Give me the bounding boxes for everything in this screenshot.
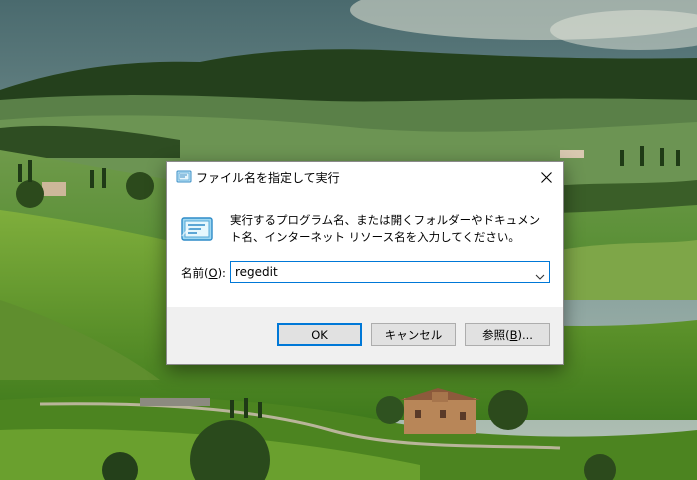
title-bar[interactable]: ファイル名を指定して実行 bbox=[167, 162, 563, 192]
browse-access-key: B bbox=[509, 327, 518, 342]
dialog-title: ファイル名を指定して実行 bbox=[196, 171, 340, 185]
chevron-down-icon bbox=[535, 274, 545, 280]
name-label-prefix: 名前( bbox=[181, 266, 209, 280]
name-field-label: 名前(O): bbox=[181, 265, 226, 281]
run-dialog: ファイル名を指定して実行 実行するプログラム名、または開くフォルダーやドキュメン… bbox=[166, 161, 564, 365]
dialog-footer: OK キャンセル 参照(B)... bbox=[167, 307, 563, 364]
name-label-access-key: O bbox=[208, 266, 218, 280]
ok-button-label: OK bbox=[311, 327, 328, 342]
cancel-button[interactable]: キャンセル bbox=[371, 323, 456, 346]
browse-label-prefix: 参照( bbox=[482, 327, 510, 342]
cancel-button-label: キャンセル bbox=[384, 327, 443, 342]
dropdown-button[interactable] bbox=[535, 267, 545, 280]
browse-label-suffix: )... bbox=[517, 327, 533, 342]
name-label-suffix: ): bbox=[217, 266, 226, 280]
command-combobox[interactable]: regedit bbox=[230, 261, 550, 283]
close-button[interactable] bbox=[529, 162, 563, 192]
ok-button[interactable]: OK bbox=[277, 323, 362, 346]
command-input[interactable]: regedit bbox=[235, 265, 278, 279]
close-icon bbox=[540, 171, 552, 183]
browse-button[interactable]: 参照(B)... bbox=[465, 323, 550, 346]
run-icon bbox=[181, 216, 213, 242]
dialog-description: 実行するプログラム名、または開くフォルダーやドキュメント名、インターネット リソ… bbox=[230, 213, 541, 244]
run-icon bbox=[176, 169, 192, 185]
